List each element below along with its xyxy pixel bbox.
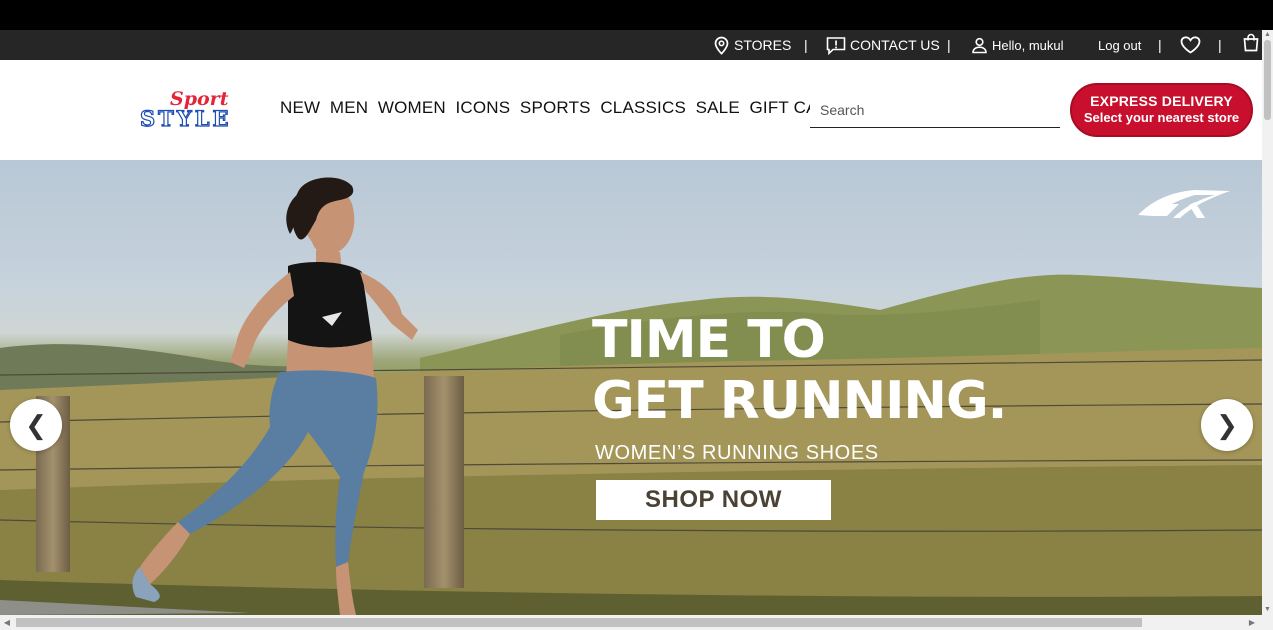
horizontal-scroll-thumb[interactable] (16, 618, 1142, 627)
express-delivery-title: EXPRESS DELIVERY (1090, 93, 1233, 109)
nav-icons[interactable]: ICONS (455, 98, 510, 118)
vertical-scroll-thumb[interactable] (1264, 40, 1271, 120)
fence-post (424, 376, 464, 588)
stores-link[interactable]: STORES (713, 30, 791, 60)
stores-label: STORES (734, 37, 792, 53)
nav-men[interactable]: MEN (330, 98, 368, 118)
logout-label: Log out (1098, 37, 1142, 53)
location-pin-icon (714, 36, 729, 55)
logout-link[interactable]: Log out (1098, 30, 1141, 60)
horizontal-scrollbar[interactable]: ◀ ▶ (0, 615, 1273, 630)
reebok-logo[interactable] (1135, 188, 1233, 220)
site-header: STYLE Sport NEW MEN WOMEN ICONS SPORTS C… (0, 60, 1262, 160)
separator: | (947, 37, 951, 53)
shop-now-button[interactable]: SHOP NOW (596, 480, 831, 520)
scroll-right-icon[interactable]: ▶ (1245, 615, 1259, 630)
nav-classics[interactable]: CLASSICS (600, 98, 686, 118)
separator: | (1158, 37, 1162, 53)
hero-subheading: WOMEN’S RUNNING SHOES (595, 442, 879, 464)
shopping-bag-icon (1243, 33, 1259, 52)
hero-headline-line2: GET RUNNING. (592, 371, 1007, 431)
wishlist-button[interactable] (1180, 30, 1201, 60)
chevron-left-icon: ❮ (25, 409, 47, 440)
logo-sport-text: Sport (170, 88, 229, 110)
user-icon (972, 37, 987, 53)
main-nav: NEW MEN WOMEN ICONS SPORTS CLASSICS SALE… (280, 98, 852, 118)
nav-sports[interactable]: SPORTS (520, 98, 591, 118)
carousel-prev-button[interactable]: ❮ (10, 399, 62, 451)
search-input[interactable] (810, 93, 1060, 128)
sport-style-logo[interactable]: STYLE Sport (139, 88, 262, 132)
heart-icon (1180, 36, 1201, 54)
separator: | (1218, 37, 1222, 53)
contact-message-icon (826, 36, 846, 55)
express-delivery-button[interactable]: EXPRESS DELIVERY Select your nearest sto… (1070, 83, 1253, 137)
hero-banner: TIME TO GET RUNNING. WOMEN’S RUNNING SHO… (0, 160, 1262, 615)
user-account[interactable]: Hello, mukul (971, 30, 1064, 60)
greeting-label: Hello, mukul (992, 37, 1064, 53)
nav-sale[interactable]: SALE (696, 98, 740, 118)
browser-top-strip (0, 0, 1273, 30)
contact-us-link[interactable]: CONTACT US (826, 30, 940, 60)
hero-headline-line1: TIME TO (592, 310, 826, 370)
contact-us-label: CONTACT US (850, 37, 940, 53)
nav-new[interactable]: NEW (280, 98, 320, 118)
separator: | (804, 37, 808, 53)
vertical-scrollbar[interactable]: ▲ ▼ (1262, 30, 1273, 615)
scroll-left-icon[interactable]: ◀ (0, 615, 14, 630)
chevron-right-icon: ❯ (1216, 409, 1238, 440)
scroll-up-icon[interactable]: ▲ (1262, 30, 1273, 40)
carousel-next-button[interactable]: ❯ (1201, 399, 1253, 451)
hero-text: TIME TO GET RUNNING. WOMEN’S RUNNING SHO… (592, 310, 1007, 465)
nav-women[interactable]: WOMEN (378, 98, 446, 118)
utility-bar: STORES | CONTACT US | Hello, mukul Log o… (0, 30, 1262, 60)
runner-image (132, 177, 418, 615)
cart-button[interactable] (1242, 30, 1260, 60)
scroll-down-icon[interactable]: ▼ (1262, 605, 1273, 615)
express-delivery-subtitle: Select your nearest store (1083, 110, 1240, 125)
